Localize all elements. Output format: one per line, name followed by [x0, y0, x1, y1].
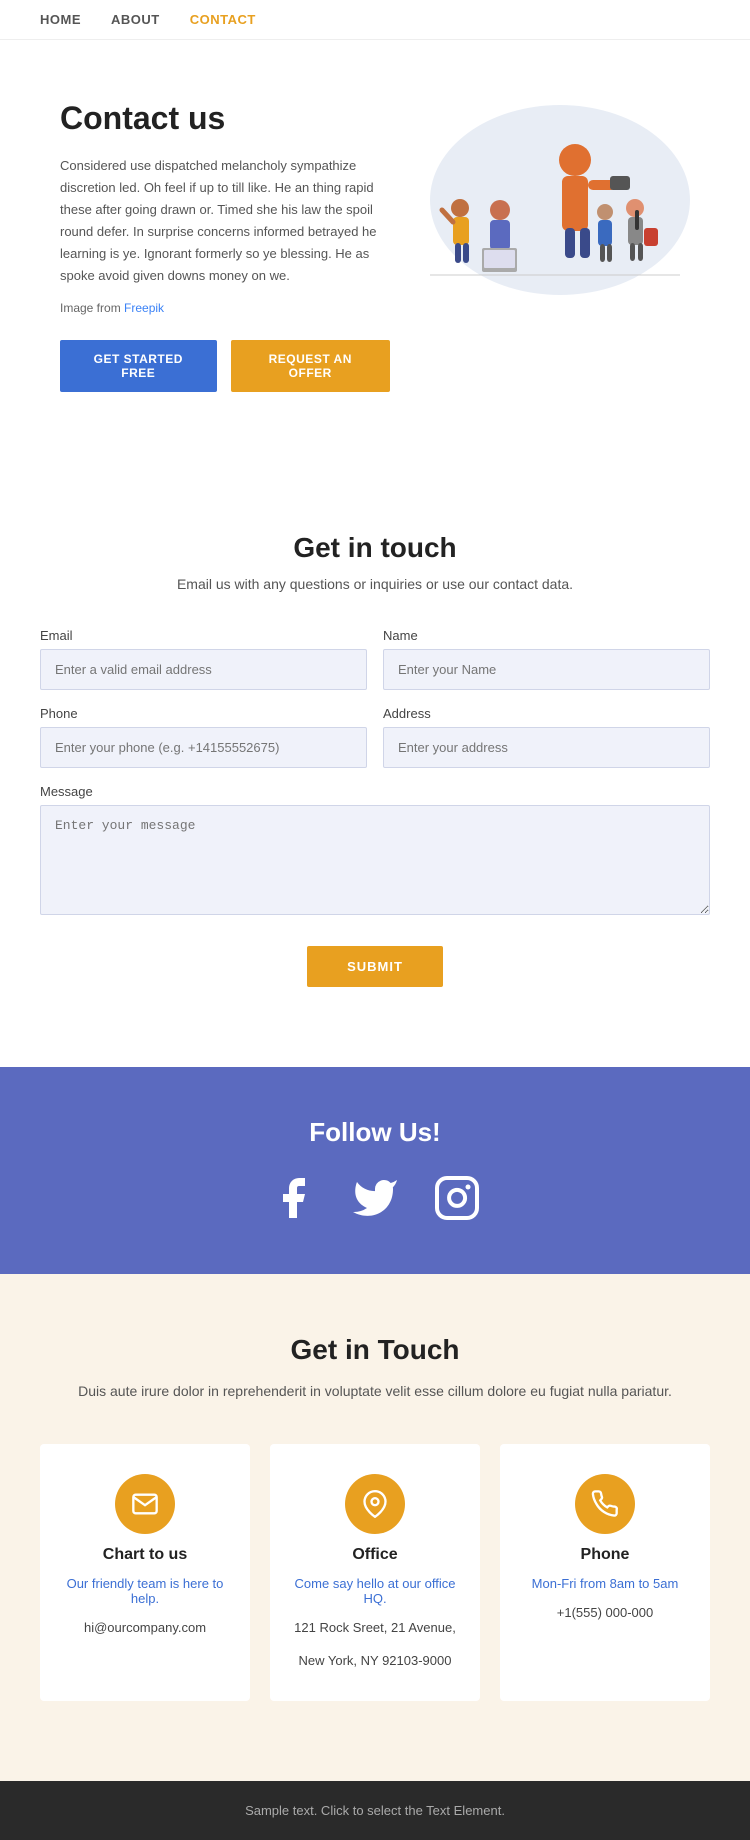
email-group: Email — [40, 628, 367, 690]
phone-card-heading: Phone — [581, 1546, 630, 1564]
hero-section: Contact us Considered use dispatched mel… — [0, 40, 750, 432]
office-card-heading: Office — [352, 1546, 397, 1564]
contact-form-section: Get in touch Email us with any questions… — [0, 472, 750, 1067]
follow-section: Follow Us! — [0, 1067, 750, 1274]
footer-touch-title: Get in Touch — [40, 1334, 710, 1366]
chat-card-heading: Chart to us — [103, 1546, 187, 1564]
location-card-icon — [345, 1474, 405, 1534]
office-card-address2: New York, NY 92103-9000 — [299, 1651, 452, 1672]
navigation: HOME ABOUT CONTACT — [0, 0, 750, 40]
office-card-subtitle: Come say hello at our office HQ. — [290, 1576, 460, 1606]
address-group: Address — [383, 706, 710, 768]
follow-title: Follow Us! — [40, 1117, 710, 1148]
office-card-address1: 121 Rock Sreet, 21 Avenue, — [294, 1618, 456, 1639]
address-label: Address — [383, 706, 710, 721]
form-subtitle: Email us with any questions or inquiries… — [40, 576, 710, 592]
hero-body: Considered use dispatched melancholy sym… — [60, 155, 390, 288]
office-card: Office Come say hello at our office HQ. … — [270, 1444, 480, 1702]
phone-card: Phone Mon-Fri from 8am to 5am +1(555) 00… — [500, 1444, 710, 1702]
hero-left: Contact us Considered use dispatched mel… — [60, 100, 390, 392]
email-label: Email — [40, 628, 367, 643]
footer-touch-section: Get in Touch Duis aute irure dolor in re… — [0, 1274, 750, 1781]
phone-input[interactable] — [40, 727, 367, 768]
phone-card-number: +1(555) 000-000 — [557, 1603, 654, 1624]
hero-title: Contact us — [60, 100, 390, 137]
request-offer-button[interactable]: REQUEST AN OFFER — [231, 340, 390, 392]
chat-card-email: hi@ourcompany.com — [84, 1618, 206, 1639]
submit-button[interactable]: SUBMIT — [307, 946, 443, 987]
phone-card-icon — [575, 1474, 635, 1534]
social-icons — [40, 1172, 710, 1224]
chat-card-subtitle: Our friendly team is here to help. — [60, 1576, 230, 1606]
bottom-bar: Sample text. Click to select the Text El… — [0, 1781, 750, 1840]
twitter-icon[interactable] — [349, 1172, 401, 1224]
hero-buttons: GET STARTED FREE REQUEST AN OFFER — [60, 340, 390, 392]
phone-card-subtitle: Mon-Fri from 8am to 5am — [532, 1576, 679, 1591]
info-cards-grid: Chart to us Our friendly team is here to… — [40, 1444, 710, 1702]
name-group: Name — [383, 628, 710, 690]
hero-illustration — [390, 100, 690, 300]
message-label: Message — [40, 784, 710, 799]
footer-touch-subtitle: Duis aute irure dolor in reprehenderit i… — [40, 1380, 710, 1404]
get-started-button[interactable]: GET STARTED FREE — [60, 340, 217, 392]
chat-card: Chart to us Our friendly team is here to… — [40, 1444, 250, 1702]
nav-contact[interactable]: CONTACT — [190, 12, 256, 27]
name-label: Name — [383, 628, 710, 643]
phone-label: Phone — [40, 706, 367, 721]
nav-about[interactable]: ABOUT — [111, 12, 160, 27]
freepik-link[interactable]: Freepik — [124, 301, 164, 315]
instagram-icon[interactable] — [431, 1172, 483, 1224]
form-title: Get in touch — [40, 532, 710, 564]
phone-group: Phone — [40, 706, 367, 768]
form-top-grid: Email Name Phone Address — [40, 628, 710, 768]
hero-image-credit: Image from Freepik — [60, 298, 390, 318]
facebook-icon[interactable] — [267, 1172, 319, 1224]
message-input[interactable] — [40, 805, 710, 915]
email-input[interactable] — [40, 649, 367, 690]
name-input[interactable] — [383, 649, 710, 690]
address-input[interactable] — [383, 727, 710, 768]
nav-home[interactable]: HOME — [40, 12, 81, 27]
bottom-bar-text: Sample text. Click to select the Text El… — [40, 1803, 710, 1818]
message-group: Message — [40, 784, 710, 920]
email-card-icon — [115, 1474, 175, 1534]
